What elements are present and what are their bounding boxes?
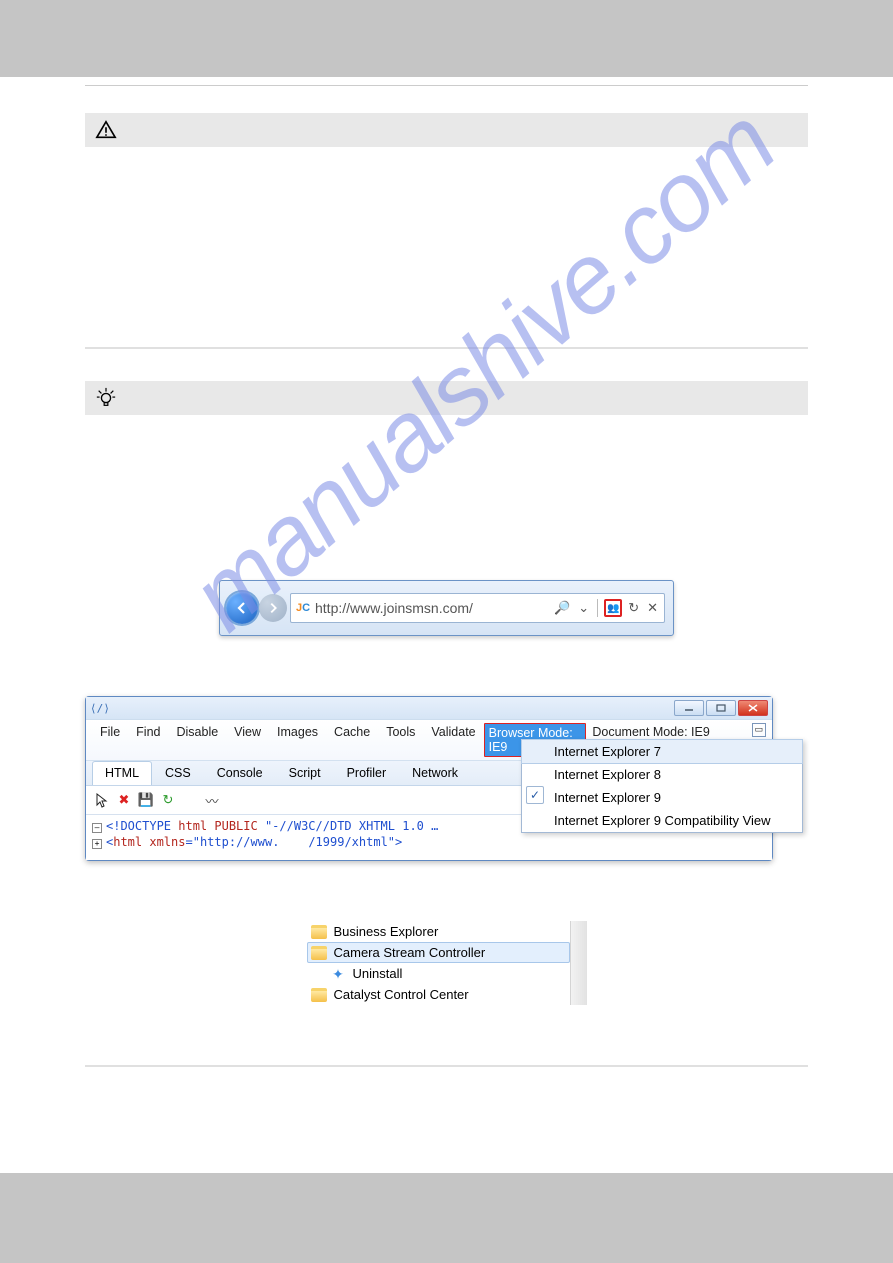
code-token: "-//W3C//DTD XHTML 1.0 … <box>265 819 438 833</box>
folder-icon <box>311 925 327 939</box>
dropdown-item-ie7[interactable]: Internet Explorer 7 <box>521 739 803 764</box>
app-icon: ⟨/⟩ <box>90 702 110 715</box>
site-favicon: JC <box>295 600 311 616</box>
folder-icon <box>311 988 327 1002</box>
stop-icon[interactable]: ✕ <box>645 600 660 616</box>
program-label: Uninstall <box>353 966 403 981</box>
separator <box>597 599 598 617</box>
tab-html[interactable]: HTML <box>92 761 152 785</box>
code-token: <!DOCTYPE <box>106 819 178 833</box>
tab-console[interactable]: Console <box>204 761 276 785</box>
code-token: = <box>185 835 192 849</box>
folder-item-camera-stream-controller[interactable]: Camera Stream Controller <box>307 942 570 963</box>
browser-mode-dropdown: Internet Explorer 7 Internet Explorer 8 … <box>521 739 803 833</box>
check-icon: ✓ <box>526 786 544 804</box>
rule-under-header <box>85 85 808 86</box>
folder-item-business-explorer[interactable]: Business Explorer <box>307 921 570 942</box>
spacer <box>85 1005 808 1065</box>
minimize-button[interactable] <box>674 700 704 716</box>
save-icon[interactable]: 💾 <box>136 790 156 810</box>
tab-css[interactable]: CSS <box>152 761 204 785</box>
page-header-bar <box>0 0 893 77</box>
code-token: html <box>113 835 149 849</box>
tab-profiler[interactable]: Profiler <box>334 761 400 785</box>
url-text: http://www.joinsmsn.com/ <box>315 600 548 616</box>
dropdown-label: Internet Explorer 8 <box>554 767 661 782</box>
dropdown-caret-icon[interactable]: ⌄ <box>576 600 591 616</box>
close-button[interactable] <box>738 700 768 716</box>
tree-expand-icon[interactable]: + <box>92 839 102 849</box>
ie-address-bar-screenshot: JC http://www.joinsmsn.com/ 🔎 ⌄ 👥 ↻ ✕ <box>219 580 674 636</box>
compat-view-button[interactable]: 👥 <box>604 599 622 617</box>
window-titlebar: ⟨/⟩ <box>86 697 772 719</box>
tree-collapse-icon[interactable]: – <box>92 823 102 833</box>
dropdown-label: Internet Explorer 7 <box>554 744 661 759</box>
code-token: "http://www. <box>193 835 280 849</box>
spacer <box>85 415 808 555</box>
pin-button[interactable]: ▭ <box>752 723 766 737</box>
page-footer-bar <box>0 1173 893 1263</box>
address-field[interactable]: JC http://www.joinsmsn.com/ 🔎 ⌄ 👥 ↻ ✕ <box>290 593 665 623</box>
code-token: > <box>395 835 402 849</box>
folder-icon <box>311 946 327 960</box>
menu-cache[interactable]: Cache <box>326 723 378 757</box>
clear-icon[interactable]: ✖ <box>114 790 134 810</box>
dropdown-item-ie9compat[interactable]: Internet Explorer 9 Compatibility View <box>522 809 802 832</box>
startmenu-folder-list: Business Explorer Camera Stream Controll… <box>307 921 587 1005</box>
menu-file[interactable]: File <box>92 723 128 757</box>
menu-view[interactable]: View <box>226 723 269 757</box>
menu-disable[interactable]: Disable <box>168 723 226 757</box>
refresh-icon[interactable]: ↻ <box>626 600 641 616</box>
section-separator-1 <box>85 347 808 349</box>
dropdown-item-ie8[interactable]: Internet Explorer 8 <box>522 763 802 786</box>
lightbulb-icon <box>95 387 117 409</box>
search-dropdown-icon[interactable]: 🔎 <box>552 600 572 616</box>
folder-label: Camera Stream Controller <box>334 945 486 960</box>
program-item-uninstall[interactable]: ✦ Uninstall <box>307 963 570 984</box>
folder-label: Business Explorer <box>334 924 439 939</box>
dropdown-label: Internet Explorer 9 Compatibility View <box>554 813 771 828</box>
uninstall-icon: ✦ <box>331 966 346 981</box>
dropdown-label: Internet Explorer 9 <box>554 790 661 805</box>
code-token: xmlns <box>149 835 185 849</box>
dropdown-item-ie9[interactable]: Internet Explorer 9 <box>522 786 802 809</box>
menu-find[interactable]: Find <box>128 723 168 757</box>
menu-images[interactable]: Images <box>269 723 326 757</box>
code-token: html PUBLIC <box>178 819 265 833</box>
word-wrap-icon[interactable]: 〰 <box>202 790 222 810</box>
folder-item-catalyst-control-center[interactable]: Catalyst Control Center <box>307 984 570 1005</box>
spacer <box>85 147 808 347</box>
devtools-screenshot: ⟨/⟩ File Find Disable View Images Cache … <box>85 696 808 861</box>
folder-label: Catalyst Control Center <box>334 987 469 1002</box>
maximize-button[interactable] <box>706 700 736 716</box>
section-separator-2 <box>85 1065 808 1067</box>
tab-script[interactable]: Script <box>276 761 334 785</box>
element-outline-icon[interactable] <box>180 790 200 810</box>
refresh-icon[interactable]: ↻ <box>158 790 178 810</box>
tab-network[interactable]: Network <box>399 761 471 785</box>
warning-icon <box>95 119 117 141</box>
code-token: /1999/xhtml" <box>308 835 395 849</box>
forward-button[interactable] <box>259 594 287 622</box>
select-element-icon[interactable] <box>92 790 112 810</box>
scrollbar[interactable] <box>570 921 587 1005</box>
warning-callout <box>85 113 808 147</box>
back-button[interactable] <box>226 592 258 624</box>
menu-validate[interactable]: Validate <box>423 723 483 757</box>
menu-tools[interactable]: Tools <box>378 723 423 757</box>
tip-callout <box>85 381 808 415</box>
